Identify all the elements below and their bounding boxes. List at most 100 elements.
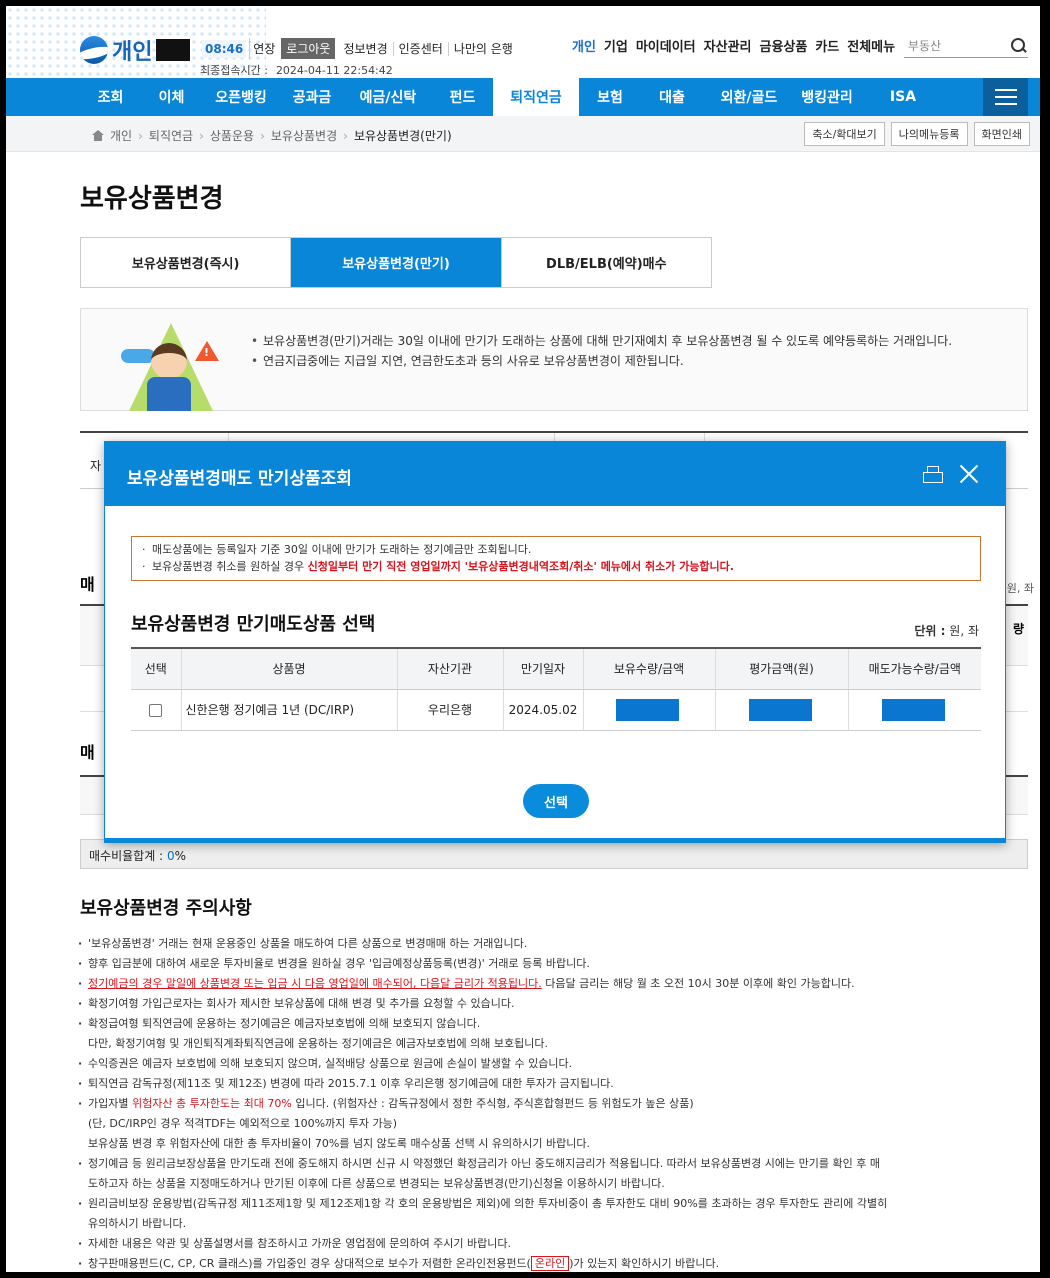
- nav-utility[interactable]: 공과금: [280, 78, 344, 116]
- notice-item: 정기예금의 경우 말일에 상품변경 또는 입금 시 다음 영업일에 매수되어, …: [78, 974, 1034, 994]
- col-product: 상품명: [181, 647, 398, 690]
- notice-highlight: 정기예금의 경우 말일에 상품변경 또는 입금 시 다음 영업일에 매수되어, …: [88, 977, 542, 990]
- util-links: 정보변경 인증센터 나만의 은행: [338, 40, 517, 57]
- nav-transfer[interactable]: 이체: [141, 78, 202, 116]
- page-tools: 축소/확대보기 나의메뉴등록 화면인쇄: [804, 122, 1030, 146]
- modal-section-title: 보유상품변경 만기매도상품 선택: [131, 614, 376, 635]
- segment-card[interactable]: 카드: [815, 36, 839, 55]
- notice-item: '보유상품변경' 거래는 현재 운용중인 상품을 매도하여 다른 상품으로 변경…: [78, 934, 1034, 954]
- zoom-button[interactable]: 축소/확대보기: [804, 122, 885, 146]
- breadcrumb-item[interactable]: 상품운용: [210, 127, 254, 144]
- breadcrumb-item[interactable]: 퇴직연금: [149, 127, 193, 144]
- logout-button[interactable]: 로그아웃: [281, 38, 336, 59]
- nav-isa[interactable]: ISA: [859, 78, 947, 116]
- last-login-value: 2024-04-11 22:54:42: [275, 64, 393, 77]
- top-header: 개인 08:46 연장 로그아웃 정보변경 인증센터 나만의 은행 최종접속시간 :…: [6, 6, 1040, 78]
- notice-text: 창구판매용펀드(C, CP, CR 클래스)를 가입중인 경우 상대적으로 보수…: [88, 1257, 531, 1270]
- session-bar: 08:46 연장 로그아웃 정보변경 인증센터 나만의 은행: [202, 38, 518, 59]
- notice-item: 확정기여형 가입근로자는 회사가 제시한 보유상품에 대해 변경 및 추가를 요…: [78, 994, 1034, 1014]
- notice-item: 자세한 내용은 약관 및 상품설명서를 참조하시고 가까운 영업점에 문의하여 …: [78, 1234, 1034, 1254]
- search-icon[interactable]: [1010, 37, 1028, 55]
- notice-item: 수익증권은 예금자 보호법에 의해 보호되지 않으며, 실적배당 상품으로 원금…: [78, 1054, 1034, 1074]
- breadcrumb: 개인 › 퇴직연금 › 상품운용 › 보유상품변경 › 보유상품변경(만기): [92, 127, 452, 144]
- search-box[interactable]: 부동산: [904, 34, 1028, 58]
- notice-item: 확정급여형 퇴직연금에 운용하는 정기예금은 예금자보호법에 의해 보호되지 않…: [78, 1014, 1034, 1034]
- home-icon[interactable]: [92, 130, 104, 141]
- util-link-auth[interactable]: 인증센터: [393, 42, 449, 56]
- segment-mydata[interactable]: 마이데이터: [636, 36, 696, 55]
- extend-session-button[interactable]: 연장: [249, 38, 278, 59]
- modal-notice-highlight: 신청일부터 만기 직전 영업일까지 '보유상품변경내역조회/취소' 메뉴에서 취…: [307, 560, 734, 573]
- tab-immediate[interactable]: 보유상품변경(즉시): [81, 238, 292, 287]
- tab-bar: 보유상품변경(즉시) 보유상품변경(만기) DLB/ELB(예약)매수: [80, 237, 712, 288]
- nav-inquiry[interactable]: 조회: [80, 78, 141, 116]
- notice-text: 다음달 금리는 해당 월 초 오전 10시 30분 이후에 확인 가능합니다.: [541, 977, 855, 990]
- col-holding: 보유수량/금액: [583, 647, 716, 690]
- nav-insurance[interactable]: 보험: [579, 78, 641, 116]
- nav-banking-mgmt[interactable]: 뱅킹관리: [795, 78, 859, 116]
- nav-deposit[interactable]: 예금/신탁: [344, 78, 432, 116]
- util-link-profile[interactable]: 정보변경: [338, 42, 394, 56]
- notice-item: 정기예금 등 원리금보장상품을 만기도래 전에 중도해지 하시면 신규 시 약정…: [78, 1154, 1034, 1174]
- modal-header: 보유상품변경매도 만기상품조회: [105, 442, 1005, 506]
- institution: 우리은행: [397, 689, 504, 731]
- col-valuation: 평가금액(원): [715, 647, 849, 690]
- online-badge: 온라인: [530, 1256, 570, 1271]
- bank-logo[interactable]: 개인: [80, 34, 191, 66]
- notice-item-cont: 유의하시기 바랍니다.: [88, 1217, 187, 1230]
- product-name: 신한은행 정기예금 1년 (DC/IRP): [181, 689, 398, 731]
- close-icon[interactable]: [959, 464, 979, 484]
- nav-loan[interactable]: 대출: [641, 78, 703, 116]
- sell-col-label: 량: [1012, 622, 1024, 636]
- breadcrumb-bar: 개인 › 퇴직연금 › 상품운용 › 보유상품변경 › 보유상품변경(만기) 축…: [6, 116, 1040, 152]
- select-checkbox[interactable]: [149, 703, 163, 717]
- tab-maturity[interactable]: 보유상품변경(만기): [291, 238, 502, 287]
- nav-pension[interactable]: 퇴직연금: [493, 78, 579, 116]
- buy-ratio-unit: %: [174, 849, 186, 863]
- info-item: 보유상품변경(만기)거래는 30일 이내에 만기가 도래하는 상품에 대해 만기…: [251, 331, 1011, 351]
- col-sellable: 매도가능수량/금액: [848, 647, 981, 690]
- segment-personal[interactable]: 개인: [572, 36, 596, 55]
- breadcrumb-item[interactable]: 보유상품변경: [271, 127, 337, 144]
- notice-item-cont: 다만, 확정기여형 및 개인퇴직계좌퇴직연금에 운용하는 정기예금은 예금자보호…: [88, 1037, 549, 1050]
- nav-fx-gold[interactable]: 외환/골드: [703, 78, 795, 116]
- table-header-row: 선택 상품명 자산기관 만기일자 보유수량/금액 평가금액(원) 매도가능수량/…: [131, 647, 981, 690]
- notice-text: 입니다. (위험자산 : 감독규정에서 정한 주식형, 주식혼합형펀드 등 위험…: [291, 1097, 694, 1110]
- breadcrumb-separator: ›: [199, 128, 204, 143]
- user-name-mask: [156, 39, 191, 61]
- modal-unit: 단위 : 원, 좌: [914, 622, 979, 639]
- sell-unit: 원, 좌: [1006, 582, 1034, 595]
- segment-allmenu[interactable]: 전체메뉴: [847, 36, 895, 55]
- search-input[interactable]: 부동산: [904, 37, 1010, 54]
- select-button[interactable]: 선택: [523, 784, 589, 818]
- notice-title: 보유상품변경 주의사항: [80, 898, 252, 919]
- browser-page: 개인 08:46 연장 로그아웃 정보변경 인증센터 나만의 은행 최종접속시간 :…: [6, 6, 1040, 1272]
- buy-ratio-label: 매수비율합계 :: [89, 849, 164, 863]
- nav-fund[interactable]: 펀드: [432, 78, 493, 116]
- maturity-product-modal: 보유상품변경매도 만기상품조회 매도상품에는 등록일자 기준 30일 이내에 만…: [104, 441, 1006, 843]
- info-list: 보유상품변경(만기)거래는 30일 이내에 만기가 도래하는 상품에 대해 만기…: [251, 331, 1011, 371]
- modal-notice: 매도상품에는 등록일자 기준 30일 이내에 만기가 도래하는 정기예금만 조회…: [131, 536, 981, 581]
- main-nav: 조회 이체 오픈뱅킹 공과금 예금/신탁 펀드 퇴직연금 보험 대출 외환/골드…: [6, 78, 1040, 116]
- add-mymenu-button[interactable]: 나의메뉴등록: [890, 122, 968, 146]
- nav-openbanking[interactable]: 오픈뱅킹: [202, 78, 280, 116]
- logo-text: 개인: [112, 40, 153, 65]
- notice-highlight: 위험자산 총 투자한도는 최대 70%: [131, 1097, 292, 1110]
- segment-products[interactable]: 금융상품: [760, 36, 808, 55]
- util-link-mybank[interactable]: 나만의 은행: [449, 42, 518, 56]
- maturity-date: 2024.05.02: [503, 689, 584, 731]
- breadcrumb-item[interactable]: 개인: [110, 127, 132, 144]
- segment-asset[interactable]: 자산관리: [704, 36, 752, 55]
- print-page-button[interactable]: 화면인쇄: [973, 122, 1030, 146]
- col-maturity: 만기일자: [503, 647, 584, 690]
- sellable-amount-mask: [881, 698, 945, 721]
- hamburger-menu-icon[interactable]: [983, 78, 1028, 116]
- tab-dlb-elb[interactable]: DLB/ELB(예약)매수: [502, 238, 711, 287]
- segment-business[interactable]: 기업: [604, 36, 628, 55]
- breadcrumb-current: 보유상품변경(만기): [353, 129, 452, 143]
- print-icon[interactable]: [923, 466, 943, 483]
- last-login: 최종접속시간 : 2024-04-11 22:54:42: [200, 62, 393, 78]
- guide-illustration: [111, 317, 221, 411]
- modal-notice-text: 보유상품변경 취소를 원하실 경우: [152, 560, 308, 573]
- holding-amount-mask: [616, 698, 679, 721]
